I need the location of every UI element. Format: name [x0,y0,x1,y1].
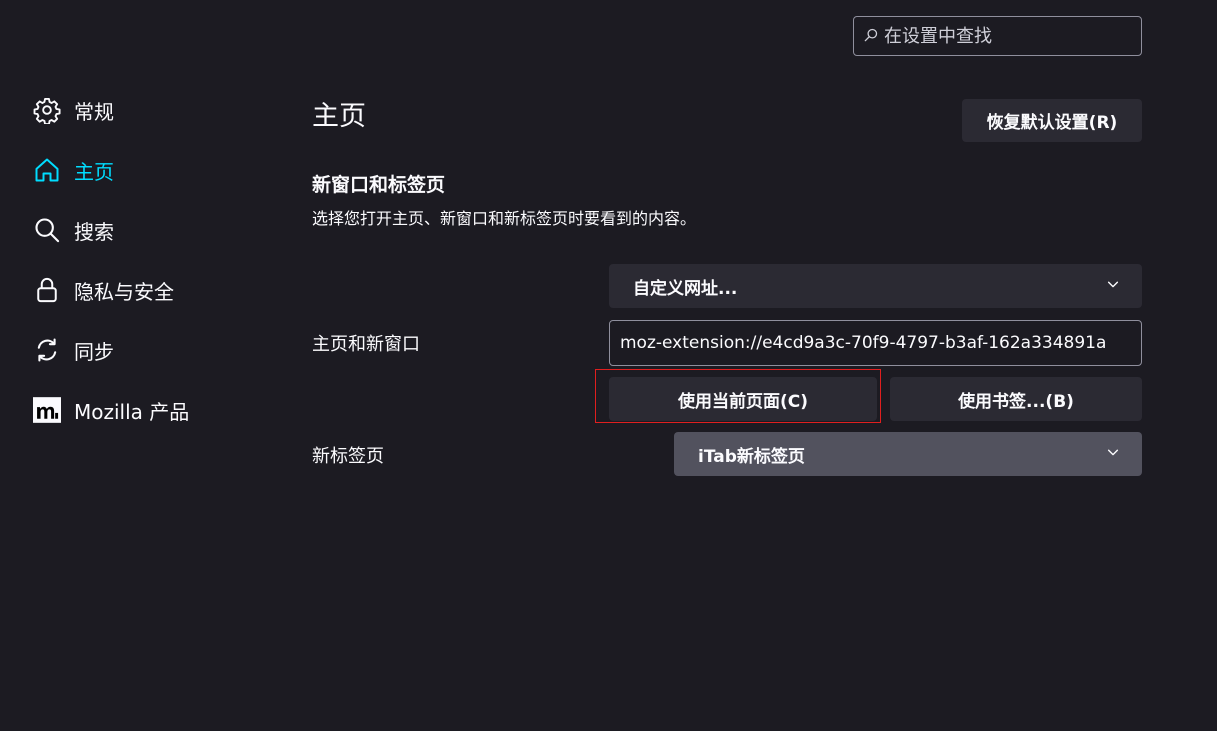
sidebar-item-search[interactable]: 搜索 [32,200,272,260]
sidebar-item-sync[interactable]: 同步 [32,320,272,380]
sidebar-item-label: 同步 [74,339,114,364]
gear-icon [32,95,62,125]
homepage-url-input[interactable] [609,320,1142,366]
sidebar-nav: 常规 主页 搜索 隐私与安全 同步 Mozilla 产品 [32,80,272,440]
chevron-down-icon [1106,276,1120,296]
use-current-page-button[interactable]: 使用当前页面(C) [609,377,877,421]
homepage-mode-select[interactable]: 自定义网址... [609,264,1142,308]
sidebar-item-mozilla-products[interactable]: Mozilla 产品 [32,380,272,440]
lock-icon [32,275,62,305]
sidebar-item-label: 搜索 [74,219,114,244]
sidebar-item-privacy[interactable]: 隐私与安全 [32,260,272,320]
newtab-label: 新标签页 [312,446,384,467]
search-icon [32,215,62,245]
mozilla-logo-icon [32,395,62,425]
restore-defaults-button[interactable]: 恢复默认设置(R) [962,99,1142,142]
page-title: 主页 [312,101,366,132]
sidebar-item-label: 常规 [74,99,114,124]
home-icon [32,155,62,185]
newtab-select[interactable]: iTab新标签页 [674,432,1142,476]
search-input[interactable] [884,25,1134,47]
section-description: 选择您打开主页、新窗口和新标签页时要看到的内容。 [312,209,697,228]
sidebar-item-label: Mozilla 产品 [74,399,190,424]
sync-icon [32,335,62,365]
homepage-mode-value: 自定义网址... [633,278,738,299]
sidebar-item-label: 隐私与安全 [74,279,174,304]
homepage-label: 主页和新窗口 [312,334,420,355]
section-title: 新窗口和标签页 [312,174,446,196]
settings-search-box[interactable] [853,16,1142,56]
sidebar-item-label: 主页 [74,159,114,184]
chevron-down-icon [1106,444,1120,464]
search-icon [864,27,878,46]
sidebar-item-home[interactable]: 主页 [32,140,272,200]
newtab-value: iTab新标签页 [698,446,805,467]
use-bookmark-button[interactable]: 使用书签...(B) [890,377,1142,421]
sidebar-item-general[interactable]: 常规 [32,80,272,140]
